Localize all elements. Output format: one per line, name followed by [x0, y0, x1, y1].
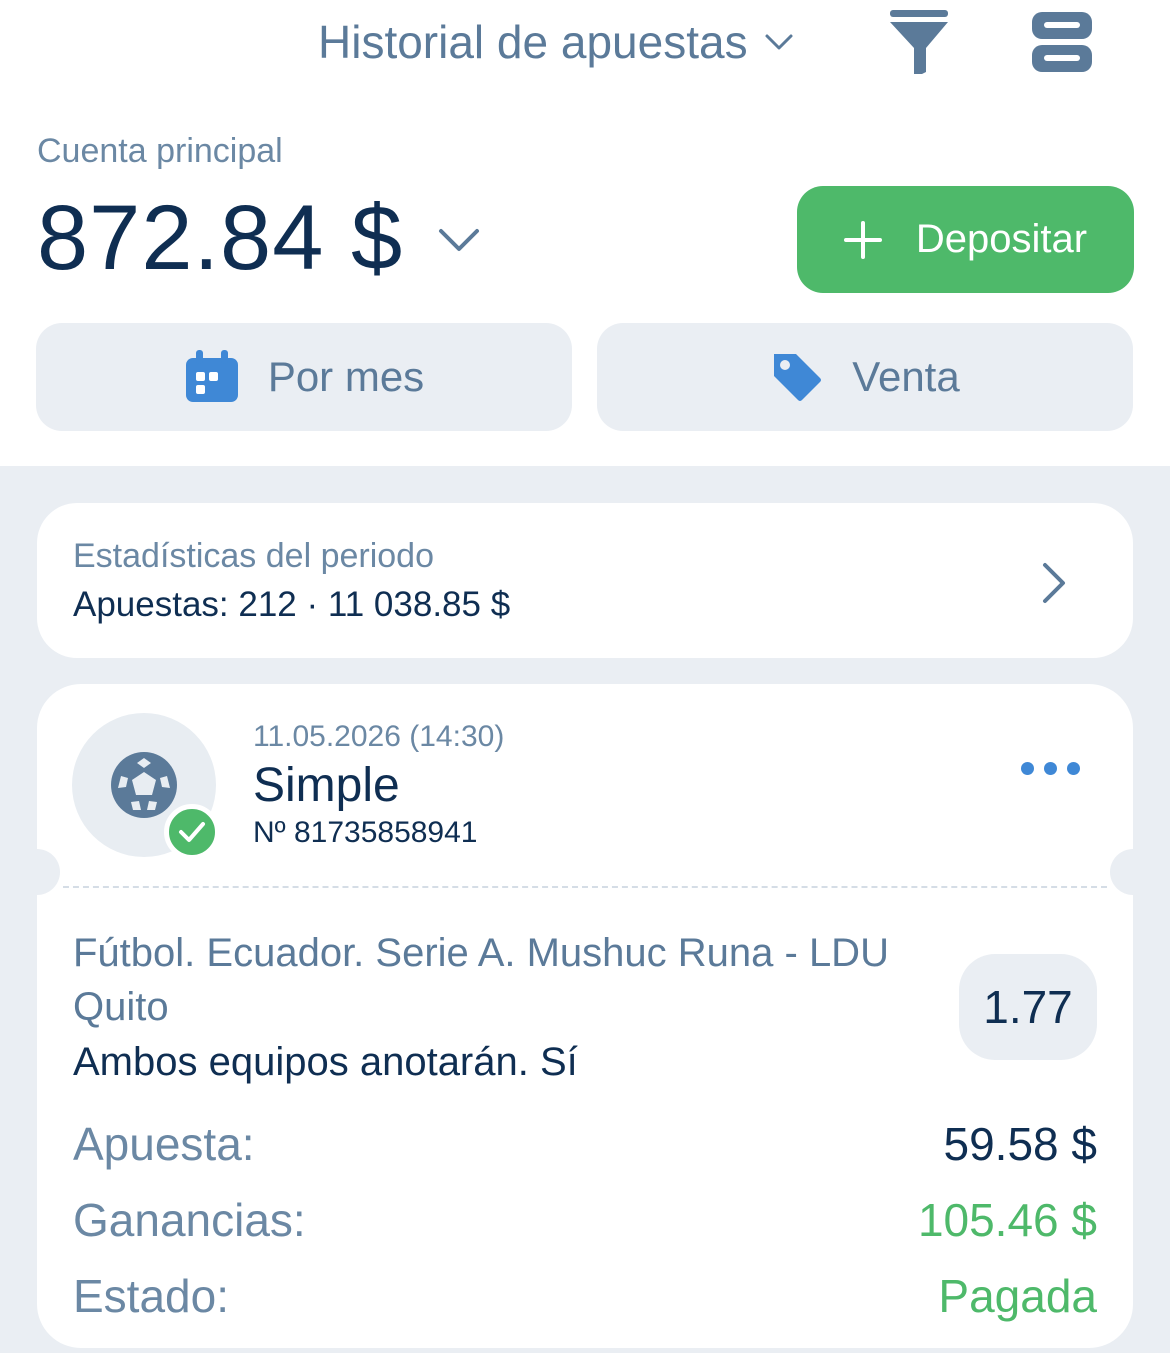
deposit-label: Depositar [915, 217, 1088, 261]
bet-type: Simple [253, 759, 400, 812]
sale-label: Venta [852, 353, 960, 400]
chevron-right-icon [1043, 563, 1065, 603]
status-check-badge [164, 804, 220, 860]
history-dropdown[interactable]: Historial de apuestas [318, 14, 794, 70]
account-balance: 872.84 $ [37, 186, 404, 289]
layout-toggle-icon[interactable] [1030, 10, 1094, 74]
status-value: Pagada [938, 1270, 1097, 1322]
period-stats-card[interactable]: Estadísticas del periodo Apuestas: 212 ·… [37, 503, 1133, 658]
by-month-label: Por mes [267, 353, 425, 400]
page-title: Historial de apuestas [318, 16, 748, 68]
dot-icon [1066, 761, 1080, 775]
by-month-button[interactable]: Por mes [36, 323, 572, 431]
balance-selector[interactable]: 872.84 $ [37, 186, 481, 290]
stats-value: Apuestas: 212 · 11 038.85 $ [73, 585, 511, 624]
bet-card[interactable]: 11.05.2026 (14:30) Simple Nº 81735858941… [14, 684, 1156, 1348]
check-icon [179, 822, 205, 842]
event-name: Fútbol. Ecuador. Serie A. Mushuc Runa - … [73, 931, 889, 1029]
stake-value: 59.58 $ [943, 1118, 1097, 1170]
account-label: Cuenta principal [37, 132, 283, 170]
winnings-value: 105.46 $ [917, 1194, 1097, 1246]
calendar-icon [185, 350, 238, 402]
chevron-down-icon [765, 34, 793, 50]
top-panel: Historial de apuestas Cuenta principal 8… [0, 0, 1170, 466]
winnings-row: Ganancias: 105.46 $ [73, 1190, 1097, 1250]
more-options-button[interactable] [1017, 758, 1083, 778]
winnings-label: Ganancias: [73, 1194, 306, 1246]
status-label: Estado: [73, 1270, 229, 1322]
chevron-down-icon [439, 229, 480, 251]
ticket-divider [63, 886, 1107, 888]
soccer-ball-icon [111, 752, 177, 818]
tag-icon [774, 354, 822, 401]
stats-title: Estadísticas del periodo [73, 537, 434, 575]
bet-number: Nº 81735858941 [253, 816, 478, 849]
ticket-notch-right [1110, 849, 1156, 895]
filter-icon[interactable] [886, 8, 950, 74]
stake-row: Apuesta: 59.58 $ [73, 1114, 1097, 1174]
odds-badge: 1.77 [959, 954, 1097, 1060]
dot-icon [1020, 761, 1034, 775]
stake-label: Apuesta: [73, 1118, 255, 1170]
deposit-button[interactable]: Depositar [797, 186, 1134, 293]
bet-date: 11.05.2026 (14:30) [253, 720, 505, 753]
ticket-notch-left [14, 849, 60, 895]
plus-icon [843, 220, 882, 259]
dot-icon [1043, 761, 1057, 775]
sale-button[interactable]: Venta [597, 323, 1133, 431]
status-row: Estado: Pagada [73, 1266, 1097, 1326]
bet-market: Ambos equipos anotarán. Sí [73, 1040, 578, 1084]
